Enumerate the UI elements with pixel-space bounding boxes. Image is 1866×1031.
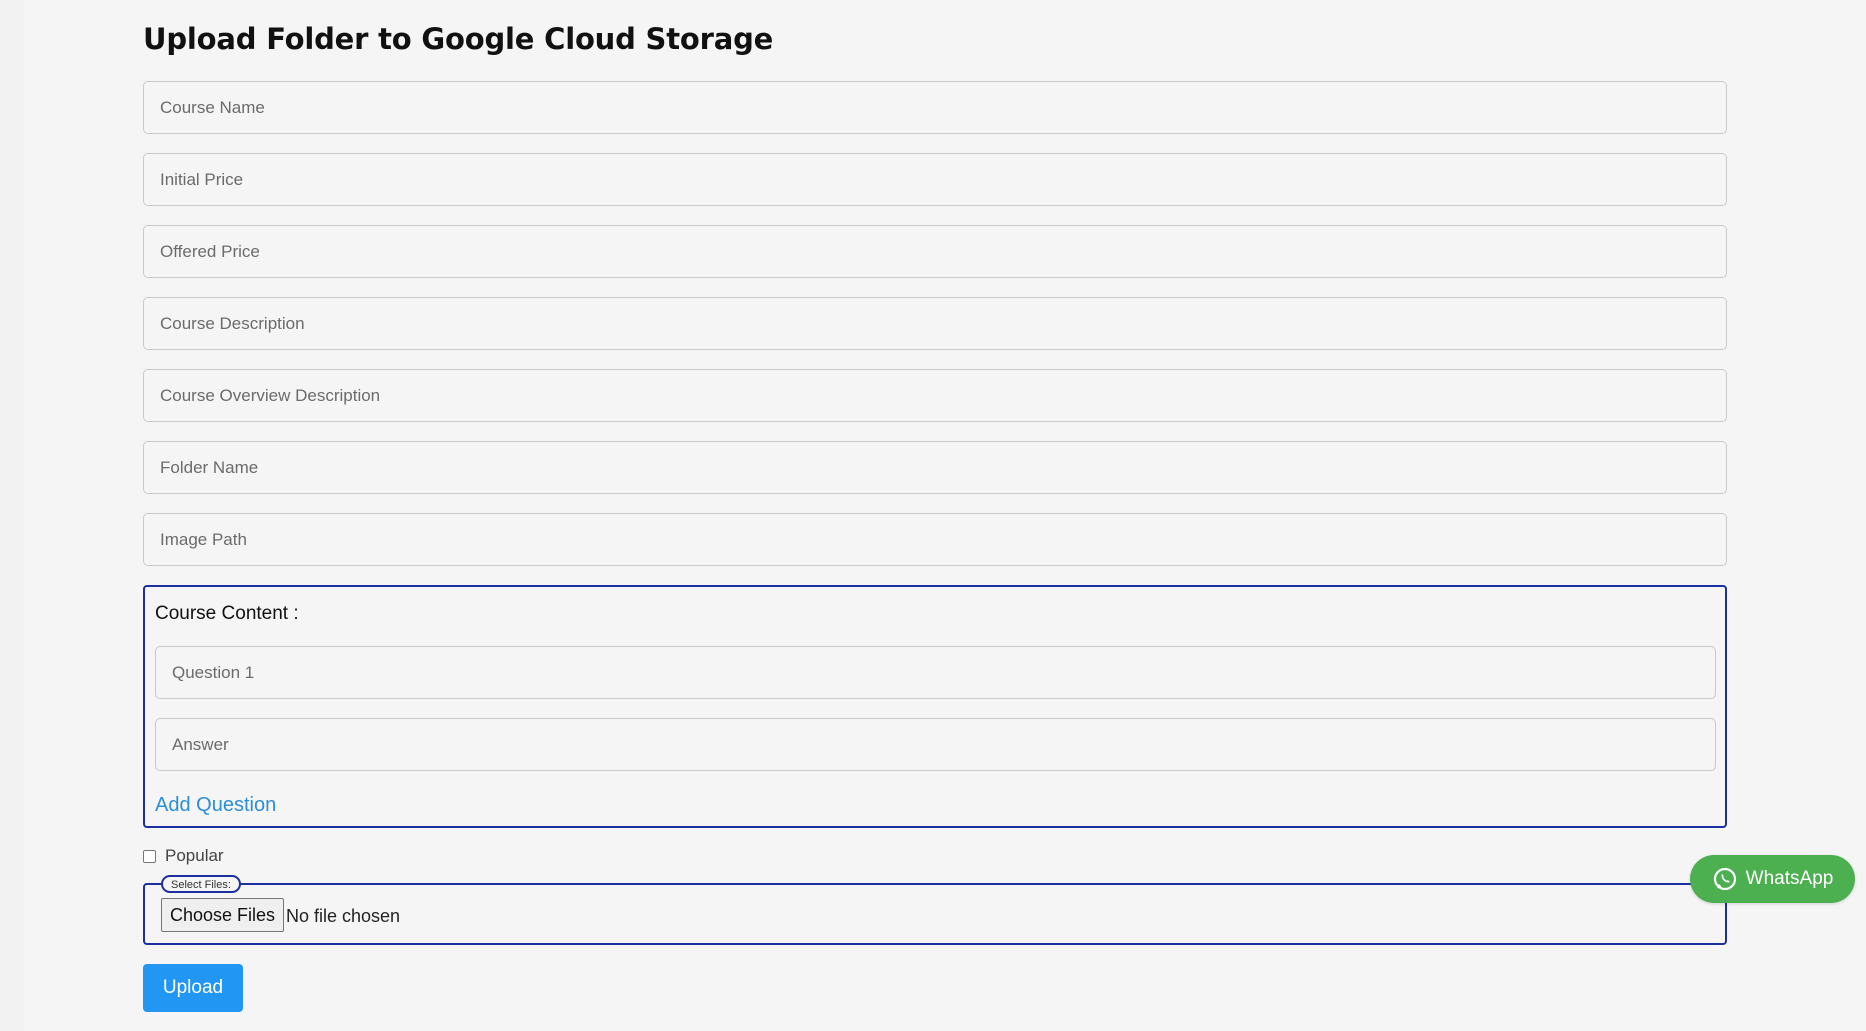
course-description-input[interactable]	[143, 297, 1727, 350]
course-overview-description-input[interactable]	[143, 369, 1727, 422]
whatsapp-button[interactable]: WhatsApp	[1690, 855, 1855, 903]
file-status-text: No file chosen	[286, 906, 401, 926]
popular-label: Popular	[165, 846, 224, 865]
file-select-legend: Select Files:	[161, 875, 241, 893]
question-input[interactable]	[155, 646, 1716, 699]
popular-row: Popular	[143, 846, 224, 866]
page-title: Upload Folder to Google Cloud Storage	[143, 22, 774, 56]
folder-name-input[interactable]	[143, 441, 1727, 494]
course-content-label: Course Content :	[155, 603, 299, 624]
whatsapp-icon	[1713, 867, 1736, 891]
upload-button[interactable]: Upload	[143, 964, 243, 1012]
initial-price-input[interactable]	[143, 153, 1727, 206]
whatsapp-label: WhatsApp	[1745, 868, 1834, 889]
answer-input[interactable]	[155, 718, 1716, 771]
image-path-input[interactable]	[143, 513, 1727, 566]
page-left-gutter	[0, 0, 24, 1031]
popular-checkbox[interactable]	[143, 849, 156, 863]
course-content-section: Course Content : Add Question	[143, 585, 1727, 828]
file-select-fieldset: Select Files: Choose Files No file chose…	[143, 875, 1727, 945]
add-question-link[interactable]: Add Question	[155, 794, 276, 817]
course-name-input[interactable]	[143, 81, 1727, 134]
choose-files-button[interactable]: Choose Files	[161, 898, 285, 932]
offered-price-input[interactable]	[143, 225, 1727, 278]
